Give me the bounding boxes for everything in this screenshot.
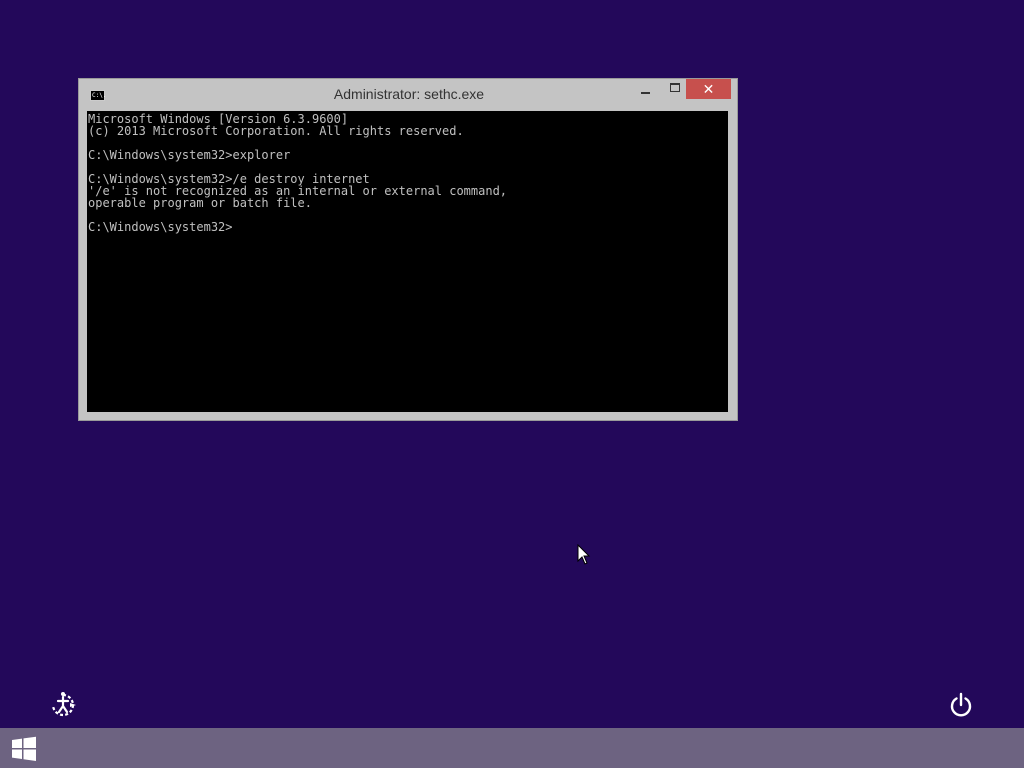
- console-output[interactable]: Microsoft Windows [Version 6.3.9600] (c) …: [87, 111, 728, 412]
- console-text: Microsoft Windows [Version 6.3.9600] (c) …: [87, 111, 728, 233]
- console-window[interactable]: C:\. Administrator: sethc.exe ✕ Microsof…: [78, 78, 738, 421]
- power-icon: [950, 692, 972, 717]
- mouse-pointer-icon: [577, 544, 591, 565]
- minimize-icon: [641, 92, 650, 94]
- minimize-button[interactable]: [631, 79, 661, 99]
- windows-logo-icon: [12, 736, 36, 761]
- taskbar: [0, 728, 1024, 768]
- start-button[interactable]: [10, 735, 38, 763]
- close-button[interactable]: ✕: [686, 79, 731, 99]
- close-icon: ✕: [702, 82, 715, 98]
- maximize-icon: [670, 83, 680, 92]
- console-prompt-line: C:\Windows\system32>: [88, 220, 233, 234]
- title-bar[interactable]: C:\. Administrator: sethc.exe ✕: [79, 79, 737, 111]
- console-line: C:\Windows\system32>explorer: [88, 148, 291, 162]
- ease-of-access-icon: [51, 692, 76, 717]
- desktop: C:\. Administrator: sethc.exe ✕ Microsof…: [0, 0, 1024, 768]
- console-line: operable program or batch file.: [88, 196, 312, 210]
- power-button[interactable]: [946, 690, 976, 720]
- ease-of-access-button[interactable]: [48, 690, 78, 720]
- console-line: (c) 2013 Microsoft Corporation. All righ…: [88, 124, 464, 138]
